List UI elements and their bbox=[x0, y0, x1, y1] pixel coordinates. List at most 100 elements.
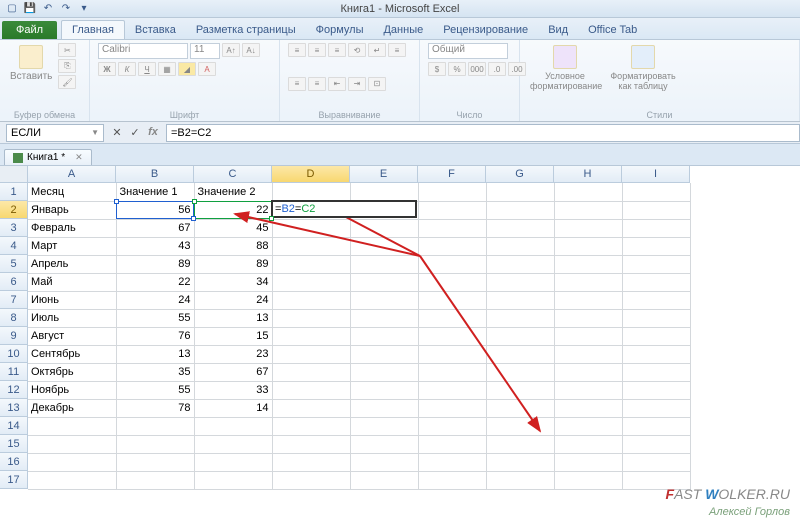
row-header-7[interactable]: 7 bbox=[0, 291, 28, 309]
cell-G8[interactable] bbox=[486, 309, 554, 327]
row-header-1[interactable]: 1 bbox=[0, 183, 28, 201]
row-header-11[interactable]: 11 bbox=[0, 363, 28, 381]
cell-E9[interactable] bbox=[350, 327, 418, 345]
align-left-icon[interactable]: ≡ bbox=[388, 43, 406, 57]
cell-C2[interactable]: 22 bbox=[194, 201, 272, 219]
cell-E1[interactable] bbox=[350, 183, 418, 201]
number-format-select[interactable]: Общий bbox=[428, 43, 508, 59]
cell-H5[interactable] bbox=[554, 255, 622, 273]
cell-D1[interactable] bbox=[272, 183, 350, 201]
align-top-icon[interactable]: ≡ bbox=[288, 43, 306, 57]
cell-C1[interactable]: Значение 2 bbox=[194, 183, 272, 201]
cell-B7[interactable]: 24 bbox=[116, 291, 194, 309]
close-tab-icon[interactable]: ✕ bbox=[75, 152, 83, 163]
cell-H12[interactable] bbox=[554, 381, 622, 399]
cell-E11[interactable] bbox=[350, 363, 418, 381]
range-handle[interactable] bbox=[192, 199, 197, 204]
font-size-select[interactable]: 11 bbox=[190, 43, 220, 59]
cell-G7[interactable] bbox=[486, 291, 554, 309]
cell-I10[interactable] bbox=[622, 345, 690, 363]
cell-A5[interactable]: Апрель bbox=[28, 255, 116, 273]
cell-E13[interactable] bbox=[350, 399, 418, 417]
fill-color-icon[interactable]: ◢ bbox=[178, 62, 196, 76]
col-header-A[interactable]: A bbox=[28, 166, 116, 183]
cell-F5[interactable] bbox=[418, 255, 486, 273]
cell-C9[interactable]: 15 bbox=[194, 327, 272, 345]
cell-D12[interactable] bbox=[272, 381, 350, 399]
file-tab[interactable]: Файл bbox=[2, 21, 57, 39]
cell-C7[interactable]: 24 bbox=[194, 291, 272, 309]
cell-F9[interactable] bbox=[418, 327, 486, 345]
cell-I11[interactable] bbox=[622, 363, 690, 381]
cell-F8[interactable] bbox=[418, 309, 486, 327]
cell-C16[interactable] bbox=[194, 453, 272, 471]
cell-G16[interactable] bbox=[486, 453, 554, 471]
cell-I5[interactable] bbox=[622, 255, 690, 273]
cancel-formula-icon[interactable]: ✕ bbox=[110, 126, 124, 139]
cell-C4[interactable]: 88 bbox=[194, 237, 272, 255]
cell-H16[interactable] bbox=[554, 453, 622, 471]
cell-I2[interactable] bbox=[622, 201, 690, 219]
comma-icon[interactable]: 000 bbox=[468, 62, 486, 76]
workbook-tab[interactable]: Книга1 * ✕ bbox=[4, 149, 92, 165]
cell-B5[interactable]: 89 bbox=[116, 255, 194, 273]
cell-I9[interactable] bbox=[622, 327, 690, 345]
underline-button[interactable]: Ч bbox=[138, 62, 156, 76]
cell-F3[interactable] bbox=[418, 219, 486, 237]
cell-D10[interactable] bbox=[272, 345, 350, 363]
cell-F4[interactable] bbox=[418, 237, 486, 255]
align-right-icon[interactable]: ≡ bbox=[308, 77, 326, 91]
row-header-6[interactable]: 6 bbox=[0, 273, 28, 291]
conditional-formatting-button[interactable]: Условное форматирование bbox=[528, 43, 602, 93]
cell-C17[interactable] bbox=[194, 471, 272, 489]
cell-B12[interactable]: 55 bbox=[116, 381, 194, 399]
cell-E7[interactable] bbox=[350, 291, 418, 309]
cell-E5[interactable] bbox=[350, 255, 418, 273]
cell-A6[interactable]: Май bbox=[28, 273, 116, 291]
cell-E6[interactable] bbox=[350, 273, 418, 291]
enter-formula-icon[interactable]: ✓ bbox=[128, 126, 142, 139]
cell-C11[interactable]: 67 bbox=[194, 363, 272, 381]
range-handle[interactable] bbox=[269, 216, 274, 221]
cell-A13[interactable]: Декабрь bbox=[28, 399, 116, 417]
tab-data[interactable]: Данные bbox=[373, 21, 433, 39]
cell-G9[interactable] bbox=[486, 327, 554, 345]
percent-icon[interactable]: % bbox=[448, 62, 466, 76]
row-header-12[interactable]: 12 bbox=[0, 381, 28, 399]
cell-D11[interactable] bbox=[272, 363, 350, 381]
cut-icon[interactable]: ✂ bbox=[58, 43, 76, 57]
cell-I3[interactable] bbox=[622, 219, 690, 237]
cell-A1[interactable]: Месяц bbox=[28, 183, 116, 201]
cell-F17[interactable] bbox=[418, 471, 486, 489]
cell-C8[interactable]: 13 bbox=[194, 309, 272, 327]
cell-C3[interactable]: 45 bbox=[194, 219, 272, 237]
cell-I4[interactable] bbox=[622, 237, 690, 255]
qat-dropdown-icon[interactable]: ▾ bbox=[76, 1, 92, 17]
cell-H15[interactable] bbox=[554, 435, 622, 453]
fx-icon[interactable]: fx bbox=[146, 126, 160, 139]
cell-B17[interactable] bbox=[116, 471, 194, 489]
cell-E14[interactable] bbox=[350, 417, 418, 435]
currency-icon[interactable]: $ bbox=[428, 62, 446, 76]
cell-B6[interactable]: 22 bbox=[116, 273, 194, 291]
cell-F12[interactable] bbox=[418, 381, 486, 399]
cell-F7[interactable] bbox=[418, 291, 486, 309]
cell-B11[interactable]: 35 bbox=[116, 363, 194, 381]
increase-indent-icon[interactable]: ⇥ bbox=[348, 77, 366, 91]
cell-B10[interactable]: 13 bbox=[116, 345, 194, 363]
row-header-13[interactable]: 13 bbox=[0, 399, 28, 417]
cell-I13[interactable] bbox=[622, 399, 690, 417]
cell-A3[interactable]: Февраль bbox=[28, 219, 116, 237]
row-header-8[interactable]: 8 bbox=[0, 309, 28, 327]
undo-icon[interactable]: ↶ bbox=[40, 1, 56, 17]
row-header-2[interactable]: 2 bbox=[0, 201, 28, 219]
col-header-F[interactable]: F bbox=[418, 166, 486, 183]
cell-H8[interactable] bbox=[554, 309, 622, 327]
merge-icon[interactable]: ⊡ bbox=[368, 77, 386, 91]
cell-F15[interactable] bbox=[418, 435, 486, 453]
shrink-font-icon[interactable]: A↓ bbox=[242, 43, 260, 57]
row-header-3[interactable]: 3 bbox=[0, 219, 28, 237]
cell-B9[interactable]: 76 bbox=[116, 327, 194, 345]
cell-H2[interactable] bbox=[554, 201, 622, 219]
cell-H13[interactable] bbox=[554, 399, 622, 417]
